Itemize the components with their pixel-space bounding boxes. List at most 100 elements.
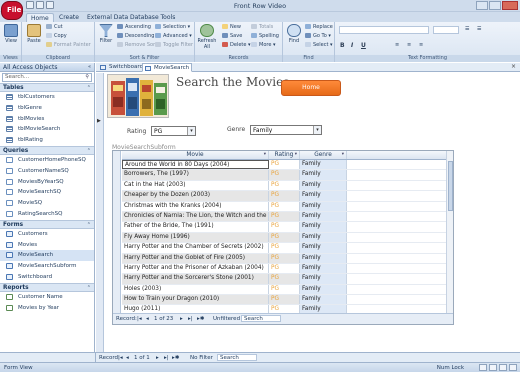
genre-cell[interactable]: Family xyxy=(300,222,347,232)
chevron-up-icon[interactable]: ⌃ xyxy=(87,285,91,291)
tab-database-tools[interactable]: Database Tools xyxy=(126,13,179,22)
nav-item[interactable]: Switchboard xyxy=(0,272,94,283)
rating-cell[interactable]: PG xyxy=(269,295,300,305)
nav-section-tables[interactable]: Tables ⌃ xyxy=(0,83,94,92)
nav-header[interactable]: All Access Objects « xyxy=(0,63,94,72)
design-view-icon[interactable] xyxy=(509,364,517,371)
maximize-button[interactable] xyxy=(489,1,501,10)
genre-cell[interactable]: Family xyxy=(300,180,347,191)
rating-cell[interactable]: PG xyxy=(269,211,300,222)
table-row[interactable]: Father of the Bride, The (1991) PG Family xyxy=(122,222,453,233)
last-record-button[interactable]: ▸| xyxy=(188,316,193,322)
table-row[interactable]: Harry Potter and the Prisoner of Azkaban… xyxy=(122,263,453,275)
rating-cell[interactable]: PG xyxy=(269,284,300,295)
movie-cell[interactable]: Around the World in 80 Days (2004) xyxy=(122,160,269,170)
tab-create[interactable]: Create xyxy=(55,13,83,22)
genre-cell[interactable]: Family xyxy=(300,274,347,284)
rating-cell[interactable]: PG xyxy=(269,222,300,232)
advanced-button[interactable]: Advanced ▾ xyxy=(155,33,192,40)
delete-record-button[interactable]: Delete ▾ xyxy=(222,42,251,49)
filter-status[interactable]: Unfiltered xyxy=(213,316,240,322)
movie-cell[interactable]: Borrowers, The (1997) xyxy=(122,170,269,180)
chevron-up-icon[interactable]: ⌃ xyxy=(87,148,91,154)
find-button[interactable]: Find xyxy=(284,24,304,44)
totals-button[interactable]: Totals xyxy=(251,24,273,31)
movie-cell[interactable]: Fly Away Home (1996) xyxy=(122,232,269,243)
minimize-button[interactable] xyxy=(476,1,488,10)
record-search-box[interactable]: Search xyxy=(217,354,257,361)
genre-cell[interactable]: Family xyxy=(300,201,347,211)
table-row[interactable]: Harry Potter and the Goblet of Fire (200… xyxy=(122,253,453,264)
rating-combo[interactable]: PG ▾ xyxy=(151,126,196,136)
table-row[interactable]: Fly Away Home (1996) PG Family xyxy=(122,232,453,244)
table-row[interactable]: Harry Potter and the Sorcerer's Stone (2… xyxy=(122,274,453,285)
close-document-icon[interactable]: × xyxy=(511,63,516,70)
align-left-icon[interactable]: ≡ xyxy=(395,42,399,49)
dropdown-arrow-icon[interactable]: ▾ xyxy=(187,127,195,135)
first-record-button[interactable]: |◂ xyxy=(137,316,142,322)
selection-button[interactable]: Selection ▾ xyxy=(155,24,190,31)
nav-item[interactable]: tblMovies xyxy=(0,114,94,125)
bullets-icon[interactable]: ☰ xyxy=(465,26,469,33)
ascending-button[interactable]: Ascending xyxy=(117,24,151,31)
table-row[interactable]: How to Train your Dragon (2010) PG Family xyxy=(122,295,453,306)
genre-cell[interactable]: Family xyxy=(300,243,347,253)
font-name-box[interactable] xyxy=(339,26,429,34)
font-size-box[interactable] xyxy=(433,26,459,34)
align-right-icon[interactable]: ≡ xyxy=(419,42,423,49)
last-record-button[interactable]: ▸| xyxy=(164,355,169,361)
dropdown-arrow-icon[interactable]: ▾ xyxy=(313,126,321,134)
rating-cell[interactable]: PG xyxy=(269,170,300,180)
home-button[interactable]: Home xyxy=(281,80,341,96)
genre-cell[interactable]: Family xyxy=(300,232,347,243)
nav-item[interactable]: tblMovieSearch xyxy=(0,124,94,135)
rating-cell[interactable]: PG xyxy=(269,243,300,253)
subform-scrollbar[interactable] xyxy=(446,151,453,314)
form-record-selector[interactable]: ▶ xyxy=(96,73,104,352)
sort-arrow-icon[interactable]: ▾ xyxy=(342,152,344,157)
rating-cell[interactable]: PG xyxy=(269,160,300,170)
genre-cell[interactable]: Family xyxy=(300,253,347,263)
cut-button[interactable]: Cut xyxy=(46,24,63,31)
remove-sort-button[interactable]: Remove Sort xyxy=(117,42,157,49)
genre-cell[interactable]: Family xyxy=(300,211,347,222)
movie-cell[interactable]: Holes (2003) xyxy=(122,284,269,295)
scrollbar-thumb[interactable] xyxy=(448,161,453,211)
table-row[interactable]: Chronicles of Narnia: The Lion, the Witc… xyxy=(122,211,453,223)
previous-record-button[interactable]: ◂ xyxy=(126,355,129,361)
column-header-movie[interactable]: Movie ▾ xyxy=(122,151,269,159)
table-row[interactable]: Holes (2003) PG Family xyxy=(122,284,453,296)
doc-tab-moviesearch[interactable]: MovieSearch xyxy=(142,63,193,72)
filter-button[interactable]: Filter xyxy=(96,24,116,44)
genre-cell[interactable]: Family xyxy=(300,170,347,180)
nav-item[interactable]: tblGenre xyxy=(0,103,94,114)
nav-item[interactable]: RatingSearchSQ xyxy=(0,209,94,220)
record-position[interactable]: 1 of 23 xyxy=(154,316,173,322)
numbering-icon[interactable]: ☰ xyxy=(477,26,481,33)
bold-button[interactable]: B xyxy=(340,42,345,49)
next-record-button[interactable]: ▸ xyxy=(156,355,159,361)
genre-cell[interactable]: Family xyxy=(300,160,347,170)
form-view-icon[interactable] xyxy=(479,364,487,371)
underline-button[interactable]: U xyxy=(361,42,366,49)
next-record-button[interactable]: ▸ xyxy=(180,316,183,322)
new-record-button[interactable]: New xyxy=(222,24,241,31)
chevron-up-icon[interactable]: ⌃ xyxy=(87,85,91,91)
genre-cell[interactable]: Family xyxy=(300,263,347,274)
record-search-box[interactable]: Search xyxy=(241,315,281,322)
nav-item[interactable]: MoviesByYearSQ xyxy=(0,177,94,188)
movie-cell[interactable]: Cheaper by the Dozen (2003) xyxy=(122,191,269,201)
movie-cell[interactable]: Harry Potter and the Goblet of Fire (200… xyxy=(122,253,269,263)
first-record-button[interactable]: |◂ xyxy=(118,355,123,361)
more-button[interactable]: More ▾ xyxy=(251,42,276,49)
previous-record-button[interactable]: ◂ xyxy=(146,316,149,322)
nav-item[interactable]: MovieSearchSubform xyxy=(0,261,94,272)
new-record-nav-button[interactable]: ▸✱ xyxy=(172,355,179,361)
align-center-icon[interactable]: ≡ xyxy=(407,42,411,49)
rating-cell[interactable]: PG xyxy=(269,201,300,211)
genre-cell[interactable]: Family xyxy=(300,295,347,305)
column-header-rating[interactable]: Rating ▾ xyxy=(269,151,300,159)
goto-button[interactable]: Go To ▾ xyxy=(305,33,331,40)
nav-item[interactable]: Customers xyxy=(0,229,94,240)
nav-item[interactable]: tblCustomers xyxy=(0,92,94,103)
